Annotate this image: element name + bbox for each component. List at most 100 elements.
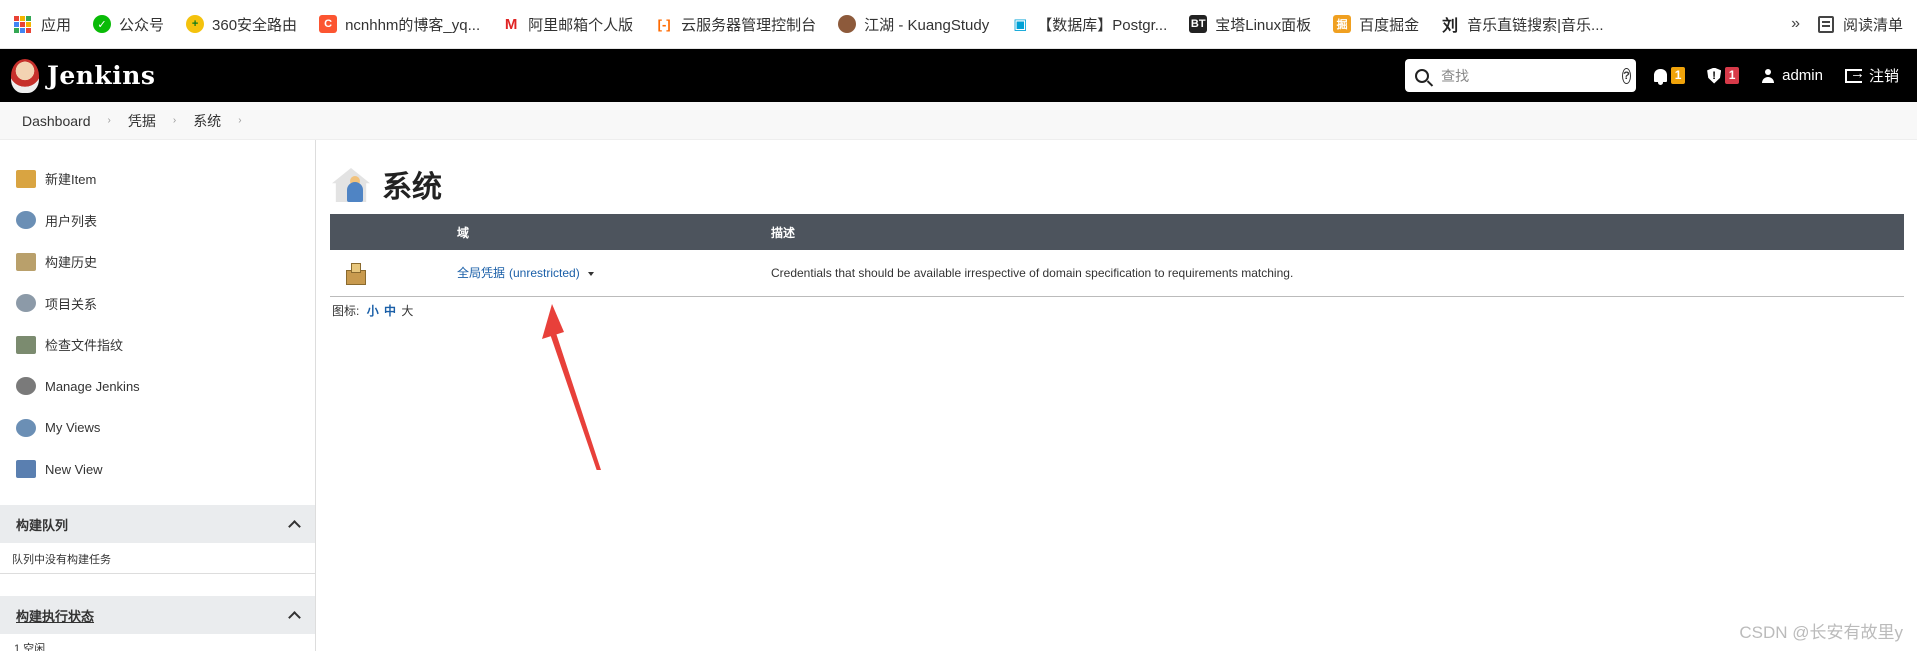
breadcrumb-separator: › <box>238 115 242 126</box>
breadcrumb: Dashboard › 凭据 › 系统 › <box>0 102 1917 140</box>
bookmark-360-router[interactable]: + 360安全路由 <box>186 14 297 35</box>
task-label: Manage Jenkins <box>45 378 140 394</box>
system-home-icon <box>330 162 374 206</box>
reading-list-label: 阅读清单 <box>1842 16 1903 34</box>
bookmark-gongzhonghao[interactable]: ✓ 公众号 <box>93 14 164 35</box>
task-build-history[interactable]: 构建历史 <box>0 241 315 283</box>
shield-icon: ! <box>1707 67 1722 84</box>
fingerprint-icon <box>16 335 36 354</box>
domain-scope: (unrestricted) <box>509 266 580 281</box>
bookmark-label: 音乐直链搜索|音乐... <box>1467 16 1604 34</box>
search-icon <box>1415 68 1430 83</box>
build-queue-empty: 队列中没有构建任务 <box>12 554 111 566</box>
notifications-badge: 1 <box>1671 67 1686 84</box>
task-label: 检查文件指纹 <box>45 338 124 354</box>
icon-size-large: 大 <box>401 303 414 318</box>
folder-icon <box>16 460 36 479</box>
bookmark-baota[interactable]: BT 宝塔Linux面板 <box>1189 14 1311 35</box>
bookmark-juejin[interactable]: 掘 百度掘金 <box>1333 14 1419 35</box>
bookmark-cloud-console[interactable]: [-] 云服务器管理控制台 <box>655 14 817 35</box>
user-name: admin <box>1782 67 1823 84</box>
task-my-views[interactable]: My Views <box>0 407 315 449</box>
bookmark-label: ncnhhm的博客_yq... <box>345 16 481 34</box>
column-header-domain: 域 <box>455 214 771 250</box>
user-menu[interactable]: admin <box>1761 67 1823 84</box>
magnifier-icon <box>16 294 36 313</box>
bilibili-icon: ▣ <box>1013 16 1028 33</box>
csdn-icon: C <box>319 15 338 33</box>
security-badge: 1 <box>1725 67 1740 84</box>
baota-icon: BT <box>1189 15 1208 33</box>
task-fingerprint[interactable]: 检查文件指纹 <box>0 324 315 366</box>
domain-store-icon <box>344 262 366 285</box>
notifications-button[interactable]: 1 <box>1654 67 1686 85</box>
app-title[interactable]: Jenkins <box>47 61 155 90</box>
jenkins-logo-icon[interactable] <box>11 58 39 93</box>
task-label: New View <box>45 461 103 477</box>
column-header-description: 描述 <box>771 214 1904 250</box>
bookmark-label: 360安全路由 <box>212 16 298 34</box>
task-label: 用户列表 <box>45 213 98 229</box>
breadcrumb-credentials[interactable]: 凭据 <box>128 111 156 131</box>
sidebar: 新建Item 用户列表 构建历史 项目关系 检查文件指纹 Manage Jenk… <box>0 140 316 651</box>
juejin-icon: 掘 <box>1333 15 1352 33</box>
wechat-icon: ✓ <box>93 15 112 33</box>
bookmark-csdn-blog[interactable]: C ncnhhm的博客_yq... <box>319 14 480 35</box>
user-group-icon <box>16 418 36 437</box>
bookmark-apps[interactable]: 应用 <box>14 14 71 35</box>
liu-icon: 刘 <box>1442 18 1459 35</box>
bookmark-music-search[interactable]: 刘 音乐直链搜索|音乐... <box>1441 14 1604 36</box>
executor-status-header[interactable]: 构建执行状态 <box>0 596 315 634</box>
notepad-icon <box>16 252 36 271</box>
icon-size-small[interactable]: 小 <box>367 304 379 318</box>
jenkins-header: Jenkins ? 1 ! 1 admin 注销 <box>0 49 1917 102</box>
icon-size-selector: 图标: 小 中 大 <box>330 302 1917 319</box>
watermark: CSDN @长安有故里y <box>1739 623 1903 642</box>
reading-list-button[interactable]: 阅读清单 <box>1817 14 1903 35</box>
build-queue-header[interactable]: 构建队列 <box>0 505 315 543</box>
global-credentials-link[interactable]: 全局凭据 (unrestricted) <box>457 266 583 280</box>
bookmark-label: 宝塔Linux面板 <box>1215 16 1312 34</box>
breadcrumb-dashboard[interactable]: Dashboard <box>22 113 91 129</box>
main-content: 系统 域 描述 全局凭据 (unrestricted) Credentials … <box>316 140 1917 651</box>
user-icon <box>1761 68 1775 83</box>
gear-icon <box>16 377 36 396</box>
people-icon <box>16 211 36 230</box>
breadcrumb-system[interactable]: 系统 <box>193 111 221 131</box>
executor-status-title: 构建执行状态 <box>16 608 95 624</box>
task-new-item[interactable]: 新建Item <box>0 158 315 200</box>
help-icon[interactable]: ? <box>1622 67 1631 84</box>
task-label: My Views <box>45 420 101 436</box>
new-item-icon <box>16 169 36 188</box>
breadcrumb-separator: › <box>107 115 111 126</box>
bookmark-label: 【数据库】Postgr... <box>1037 16 1168 34</box>
bookmarks-bar: 应用 ✓ 公众号 + 360安全路由 C ncnhhm的博客_yq... M 阿… <box>0 0 1917 49</box>
bookmark-postgres[interactable]: ▣ 【数据库】Postgr... <box>1011 14 1167 35</box>
search-box: ? <box>1405 59 1637 92</box>
bookmark-label: 云服务器管理控制台 <box>681 16 817 34</box>
collapse-chevron-icon[interactable] <box>288 520 301 533</box>
bookmark-label: 百度掘金 <box>1359 16 1420 34</box>
task-new-view[interactable]: New View <box>0 449 315 491</box>
dropdown-caret-icon[interactable] <box>588 272 595 277</box>
task-manage-jenkins[interactable]: Manage Jenkins <box>0 366 315 408</box>
collapse-chevron-icon[interactable] <box>288 611 301 624</box>
task-people[interactable]: 用户列表 <box>0 200 315 242</box>
bookmarks-overflow-button[interactable]: » <box>1791 15 1800 33</box>
divider <box>0 573 315 574</box>
aliyun-console-icon: [-] <box>657 16 671 32</box>
task-project-relationship[interactable]: 项目关系 <box>0 283 315 325</box>
task-label: 项目关系 <box>45 296 98 312</box>
logout-button[interactable]: 注销 <box>1844 65 1899 86</box>
bookmark-label: 公众号 <box>119 16 165 34</box>
task-label: 构建历史 <box>45 255 98 271</box>
security-button[interactable]: ! 1 <box>1707 67 1740 84</box>
search-input[interactable] <box>1441 67 1623 84</box>
icon-size-medium[interactable]: 中 <box>384 304 396 318</box>
bookmark-kuangstudy[interactable]: 江湖 - KuangStudy <box>838 14 989 35</box>
aliyun-mail-icon: M <box>504 15 518 33</box>
bookmark-aliyun-mail[interactable]: M 阿里邮箱个人版 <box>502 14 633 35</box>
executor-item: 1 空闲 <box>14 643 46 651</box>
bookmark-label: 江湖 - KuangStudy <box>864 16 990 34</box>
table-row: 全局凭据 (unrestricted) Credentials that shou… <box>330 250 1904 297</box>
